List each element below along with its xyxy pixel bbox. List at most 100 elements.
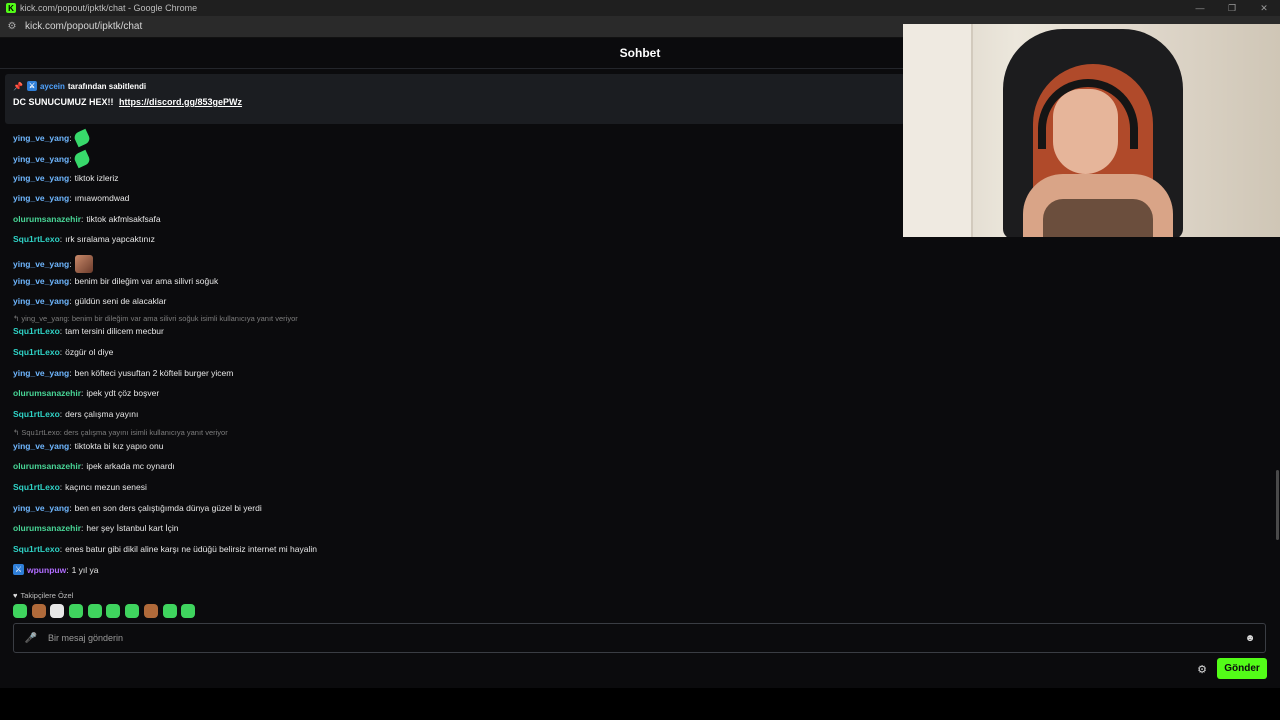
chat-username[interactable]: olurumsanazehir bbox=[13, 523, 81, 533]
chat-username[interactable]: ying_ve_yang bbox=[13, 259, 69, 269]
chat-message-text: ipek ydt çöz boşver bbox=[86, 388, 160, 398]
window-title: kick.com/popout/ipktk/chat - Google Chro… bbox=[20, 3, 198, 13]
username-separator: : bbox=[69, 441, 72, 451]
pinned-text: DC SUNUCUMUZ HEX!! bbox=[13, 97, 114, 107]
chat-message: olurumsanazehir: ipek arkada mc oynardı bbox=[13, 461, 175, 471]
chat-username[interactable]: ying_ve_yang bbox=[13, 173, 69, 183]
username-separator: : bbox=[69, 173, 72, 183]
emoji-icon[interactable]: ☻ bbox=[1244, 632, 1256, 644]
emote-icon[interactable] bbox=[31, 604, 46, 618]
username-separator: : bbox=[69, 133, 72, 143]
chat-message: olurumsanazehir: tiktok akfmlsakfsafa bbox=[13, 214, 161, 224]
chat-message: ying_ve_yang: bbox=[13, 255, 93, 273]
emote-icon[interactable] bbox=[106, 604, 121, 618]
browser-titlebar: K kick.com/popout/ipktk/chat - Google Ch… bbox=[0, 0, 1280, 16]
emote-icon[interactable] bbox=[87, 604, 102, 618]
emote-icon[interactable] bbox=[13, 604, 27, 618]
username-separator: : bbox=[69, 154, 72, 164]
chat-username[interactable]: wpunpuw bbox=[27, 565, 66, 575]
emote-icon[interactable] bbox=[50, 604, 65, 618]
chat-message-text: özgür ol diye bbox=[65, 347, 114, 357]
gear-icon[interactable]: ⚙ bbox=[1195, 662, 1209, 676]
scrollbar[interactable] bbox=[1276, 470, 1279, 540]
reply-text: ying_ve_yang: benim bir dileğim var ama … bbox=[21, 314, 298, 323]
chat-message-text: tam tersini dilicem mecbur bbox=[65, 326, 164, 336]
heart-icon: ♥ bbox=[13, 591, 18, 600]
username-separator: : bbox=[59, 482, 63, 492]
chat-title: Sohbet bbox=[619, 46, 661, 60]
pinned-message[interactable]: 📌 ⚔ aycein tarafından sabitlendi DC SUNU… bbox=[5, 74, 905, 124]
chat-username[interactable]: ying_ve_yang bbox=[13, 133, 69, 143]
reply-text: Squ1rtLexo: ders çalışma yayını isimli k… bbox=[21, 428, 228, 437]
emote-icon[interactable] bbox=[162, 604, 177, 618]
emote-bar: ♥ Takipçilere Özel bbox=[13, 591, 200, 618]
username-separator: : bbox=[81, 388, 84, 398]
chat-username[interactable]: ying_ve_yang bbox=[13, 503, 69, 513]
username-separator: : bbox=[59, 544, 63, 554]
chat-username[interactable]: olurumsanazehir bbox=[13, 461, 81, 471]
chat-message: olurumsanazehir: her şey İstanbul kart İç… bbox=[13, 523, 179, 533]
username-separator: : bbox=[59, 409, 63, 419]
chat-username[interactable]: olurumsanazehir bbox=[13, 214, 81, 224]
chat-message: ⚔ wpunpuw:1 yıl ya bbox=[13, 564, 99, 575]
window-controls: — ❐ ✕ bbox=[1184, 0, 1280, 16]
chat-message-text: ımıawomdwad bbox=[74, 193, 130, 203]
message-input-box[interactable]: 🎤 ☻ bbox=[13, 623, 1266, 653]
chat-username[interactable]: olurumsanazehir bbox=[13, 388, 81, 398]
chat-username[interactable]: Squ1rtLexo bbox=[13, 544, 60, 554]
username-separator: : bbox=[81, 214, 84, 224]
chat-message: ying_ve_yang: tiktokta bi kız yapıo onu bbox=[13, 441, 163, 451]
chat-message-text: benim bir dileğim var ama silivri soğuk bbox=[74, 276, 219, 286]
username-separator: : bbox=[69, 259, 72, 269]
url-text[interactable]: kick.com/popout/ipktk/chat bbox=[25, 21, 142, 32]
chat-username[interactable]: Squ1rtLexo bbox=[13, 347, 60, 357]
pinned-link[interactable]: https://discord.gg/853gePWz bbox=[119, 97, 242, 107]
chat-message: Squ1rtLexo: tam tersini dilicem mecbur bbox=[13, 326, 164, 336]
username-separator: : bbox=[59, 234, 63, 244]
emote-icon[interactable] bbox=[125, 604, 140, 618]
username-separator: : bbox=[69, 503, 72, 513]
close-icon[interactable]: ✕ bbox=[1248, 0, 1280, 16]
chat-username[interactable]: ying_ve_yang bbox=[13, 368, 69, 378]
minimize-icon[interactable]: — bbox=[1184, 0, 1216, 16]
emote-icon[interactable] bbox=[181, 604, 196, 618]
chat-message: Squ1rtLexo: enes batur gibi dikil aline k… bbox=[13, 544, 317, 554]
emote-face-icon bbox=[74, 255, 93, 273]
reply-indicator[interactable]: ↰ ying_ve_yang: benim bir dileğim var am… bbox=[13, 314, 298, 323]
username-separator: : bbox=[69, 193, 72, 203]
chat-message: Squ1rtLexo: ders çalışma yayını bbox=[13, 409, 138, 419]
pinned-by-user[interactable]: aycein bbox=[40, 82, 65, 91]
send-button[interactable]: Gönder bbox=[1217, 658, 1267, 679]
restore-icon[interactable]: ❐ bbox=[1216, 0, 1248, 16]
chat-message-text: tiktok izleriz bbox=[74, 173, 119, 183]
pin-icon: 📌 bbox=[13, 81, 23, 91]
chat-username[interactable]: Squ1rtLexo bbox=[13, 326, 60, 336]
chat-message: ying_ve_yang: güldün seni de alacaklar bbox=[13, 296, 166, 306]
chat-message-text: her şey İstanbul kart İçin bbox=[86, 523, 179, 533]
chat-message-text: tiktok akfmlsakfsafa bbox=[86, 214, 161, 224]
reply-indicator[interactable]: ↰ Squ1rtLexo: ders çalışma yayını isimli… bbox=[13, 428, 228, 437]
chat-message: Squ1rtLexo: kaçıncı mezun senesi bbox=[13, 482, 147, 492]
chat-message-text: ırk sıralama yapcaktınız bbox=[65, 234, 155, 244]
site-settings-icon[interactable]: ⚙ bbox=[6, 21, 18, 33]
username-separator: : bbox=[69, 296, 72, 306]
emote-icon[interactable] bbox=[143, 604, 158, 618]
emote-icon[interactable] bbox=[69, 604, 84, 618]
chat-username[interactable]: Squ1rtLexo bbox=[13, 482, 60, 492]
chat-username[interactable]: ying_ve_yang bbox=[13, 154, 69, 164]
message-input[interactable] bbox=[48, 633, 1198, 643]
chat-username[interactable]: ying_ve_yang bbox=[13, 441, 69, 451]
chat-username[interactable]: ying_ve_yang bbox=[13, 276, 69, 286]
pinned-content: DC SUNUCUMUZ HEX!! https://discord.gg/85… bbox=[13, 97, 897, 107]
username-separator: : bbox=[69, 368, 72, 378]
chat-username[interactable]: ying_ve_yang bbox=[13, 296, 69, 306]
moderator-badge-icon: ⚔ bbox=[26, 81, 37, 91]
kick-logo-icon: K bbox=[6, 3, 16, 13]
username-separator: : bbox=[59, 347, 63, 357]
chat-username[interactable]: ying_ve_yang bbox=[13, 193, 69, 203]
microphone-icon[interactable]: 🎤 bbox=[25, 632, 37, 644]
chat-username[interactable]: Squ1rtLexo bbox=[13, 409, 60, 419]
chat-username[interactable]: Squ1rtLexo bbox=[13, 234, 60, 244]
username-separator: : bbox=[59, 326, 63, 336]
emote-leaf-icon bbox=[72, 149, 91, 169]
